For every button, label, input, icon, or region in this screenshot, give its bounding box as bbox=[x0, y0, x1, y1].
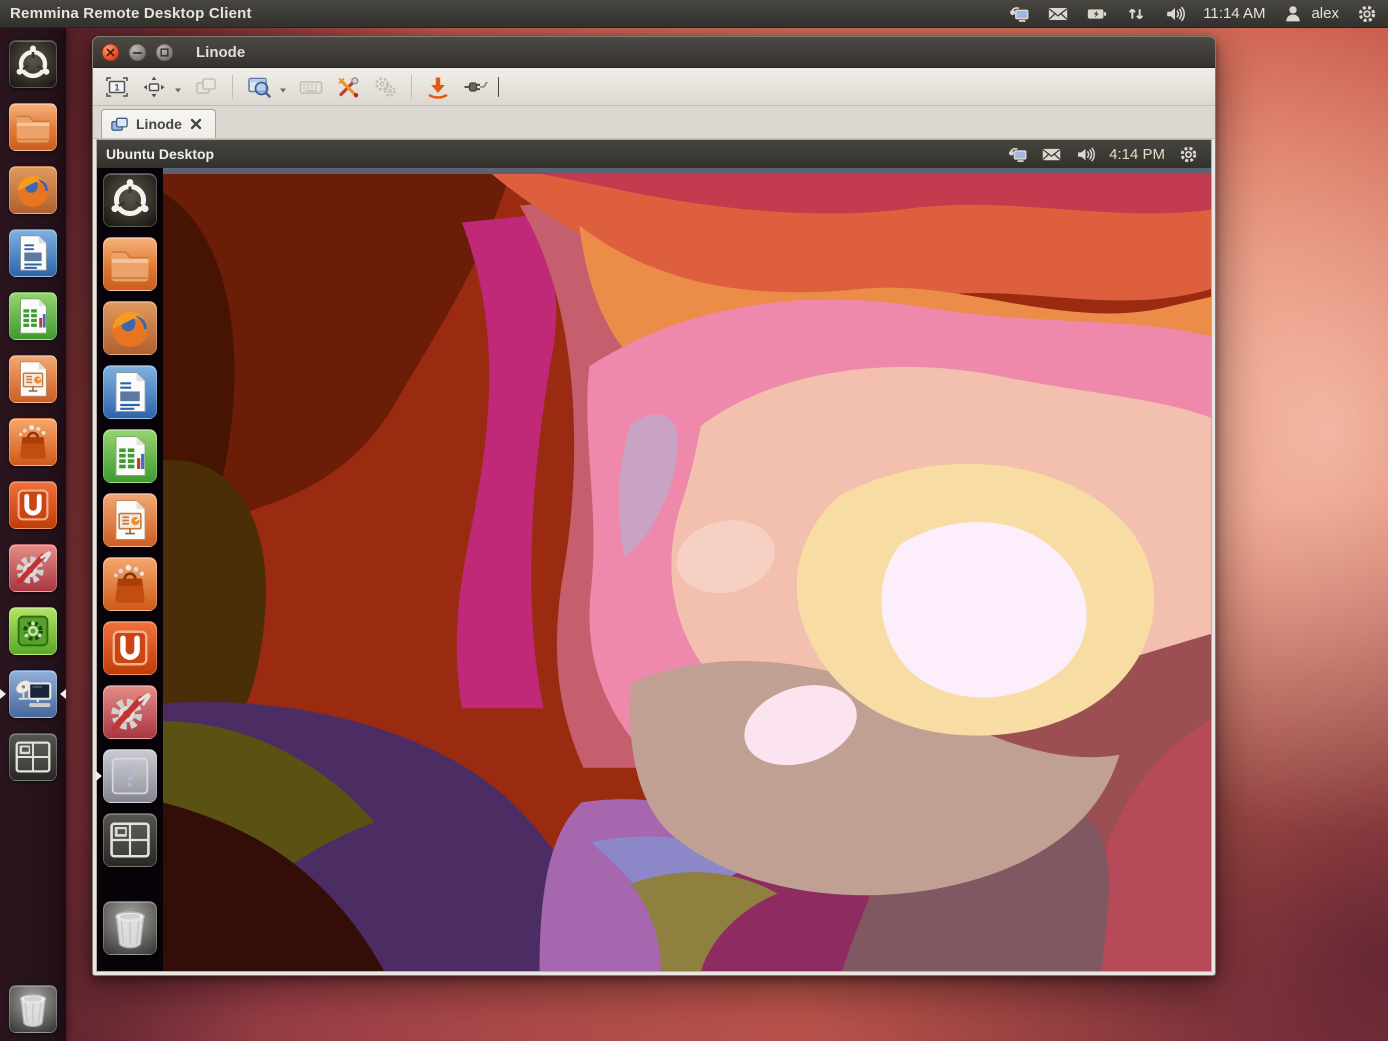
preferences-button bbox=[371, 73, 399, 100]
host-clock[interactable]: 11:14 AM bbox=[1203, 5, 1265, 22]
network-sync-icon[interactable] bbox=[1125, 3, 1147, 25]
mail-icon[interactable] bbox=[1041, 144, 1062, 165]
tab-linode[interactable]: Linode bbox=[101, 109, 216, 138]
remote-menubar-title: Ubuntu Desktop bbox=[106, 146, 214, 162]
mail-icon[interactable] bbox=[1047, 3, 1069, 25]
remote-launcher-item-workspace-switcher[interactable] bbox=[103, 813, 157, 867]
remmina-toolbar: 1 bbox=[93, 68, 1215, 106]
username[interactable]: alex bbox=[1311, 5, 1339, 22]
launcher-item-ubuntu-one[interactable] bbox=[9, 481, 57, 529]
chevron-down-icon[interactable] bbox=[173, 82, 183, 92]
duplicate-button bbox=[192, 73, 220, 100]
messaging-menu-icon[interactable] bbox=[1007, 144, 1028, 165]
wallpaper-art bbox=[163, 168, 1211, 971]
fullscreen-button[interactable]: 1 bbox=[103, 73, 131, 100]
toolbar-separator bbox=[232, 75, 233, 99]
volume-icon[interactable] bbox=[1164, 3, 1186, 25]
session-gear-icon[interactable] bbox=[1178, 144, 1199, 165]
battery-icon[interactable] bbox=[1086, 3, 1108, 25]
remote-menubar: Ubuntu Desktop 4:14 PM bbox=[97, 140, 1211, 168]
launcher-item-writer[interactable] bbox=[9, 229, 57, 277]
tab-bar: Linode bbox=[93, 106, 1215, 139]
launcher-item-home-folder[interactable] bbox=[9, 103, 57, 151]
fit-window-button[interactable] bbox=[140, 73, 168, 100]
launcher-item-workspace-switcher[interactable] bbox=[9, 733, 57, 781]
launcher-item-firefox[interactable] bbox=[9, 166, 57, 214]
connection-tab-icon bbox=[110, 115, 129, 134]
messaging-menu-icon[interactable] bbox=[1008, 3, 1030, 25]
text-cursor bbox=[498, 77, 499, 97]
close-button[interactable] bbox=[101, 43, 120, 62]
launcher-item-impress[interactable] bbox=[9, 355, 57, 403]
desktop: Remmina Remote Desktop Client 11:14 AM a… bbox=[0, 0, 1388, 1041]
remote-system-tray: 4:14 PM bbox=[1007, 144, 1199, 165]
remote-launcher-item-system-settings[interactable] bbox=[103, 685, 157, 739]
tools-button[interactable] bbox=[334, 73, 362, 100]
remote-launcher-item-trash[interactable] bbox=[103, 901, 157, 955]
remote-launcher: ? bbox=[97, 168, 163, 971]
remote-viewport[interactable]: Ubuntu Desktop 4:14 PM bbox=[96, 139, 1212, 972]
chevron-down-icon[interactable] bbox=[278, 82, 288, 92]
volume-icon[interactable] bbox=[1075, 144, 1096, 165]
remote-launcher-item-calc[interactable] bbox=[103, 429, 157, 483]
launcher-item-calc[interactable] bbox=[9, 292, 57, 340]
remote-wallpaper[interactable] bbox=[163, 168, 1211, 971]
remote-launcher-item-writer[interactable] bbox=[103, 365, 157, 419]
window-title: Linode bbox=[196, 44, 245, 61]
launcher-item-system-settings[interactable] bbox=[9, 544, 57, 592]
remote-launcher-item-software-center[interactable] bbox=[103, 557, 157, 611]
session-gear-icon[interactable] bbox=[1356, 3, 1378, 25]
remote-launcher-item-impress[interactable] bbox=[103, 493, 157, 547]
host-system-tray: 11:14 AM alex bbox=[1008, 3, 1378, 25]
toolbar-separator bbox=[411, 75, 412, 99]
launcher-item-software-updater[interactable] bbox=[9, 607, 57, 655]
remmina-window: Linode 1 Linode bbox=[92, 36, 1216, 976]
launcher-item-trash[interactable] bbox=[9, 985, 57, 1033]
scaled-mode-button[interactable] bbox=[245, 73, 273, 100]
remote-launcher-item-dash-home[interactable] bbox=[103, 173, 157, 227]
remote-launcher-item-home-folder[interactable] bbox=[103, 237, 157, 291]
host-launcher bbox=[0, 27, 66, 1041]
remote-launcher-item-unknown-window[interactable]: ? bbox=[103, 749, 157, 803]
maximize-button[interactable] bbox=[155, 43, 174, 62]
disconnect-button[interactable] bbox=[461, 73, 489, 100]
launcher-item-remmina[interactable] bbox=[9, 670, 57, 718]
active-app-title: Remmina Remote Desktop Client bbox=[10, 5, 252, 22]
tab-label: Linode bbox=[136, 116, 182, 132]
remote-launcher-item-ubuntu-one[interactable] bbox=[103, 621, 157, 675]
window-titlebar[interactable]: Linode bbox=[93, 37, 1215, 68]
minimize-button[interactable] bbox=[128, 43, 147, 62]
launcher-item-software-center[interactable] bbox=[9, 418, 57, 466]
remote-desktop-body: ? bbox=[97, 168, 1211, 971]
tab-close-icon[interactable] bbox=[189, 117, 203, 131]
remote-launcher-item-firefox[interactable] bbox=[103, 301, 157, 355]
remote-clock[interactable]: 4:14 PM bbox=[1109, 146, 1165, 163]
launcher-item-dash-home[interactable] bbox=[9, 40, 57, 88]
host-top-panel: Remmina Remote Desktop Client 11:14 AM a… bbox=[0, 0, 1388, 28]
grab-keyboard-button bbox=[297, 73, 325, 100]
user-icon[interactable] bbox=[1282, 3, 1304, 25]
svg-text:?: ? bbox=[121, 761, 139, 793]
svg-text:1: 1 bbox=[114, 82, 119, 92]
import-button[interactable] bbox=[424, 73, 452, 100]
